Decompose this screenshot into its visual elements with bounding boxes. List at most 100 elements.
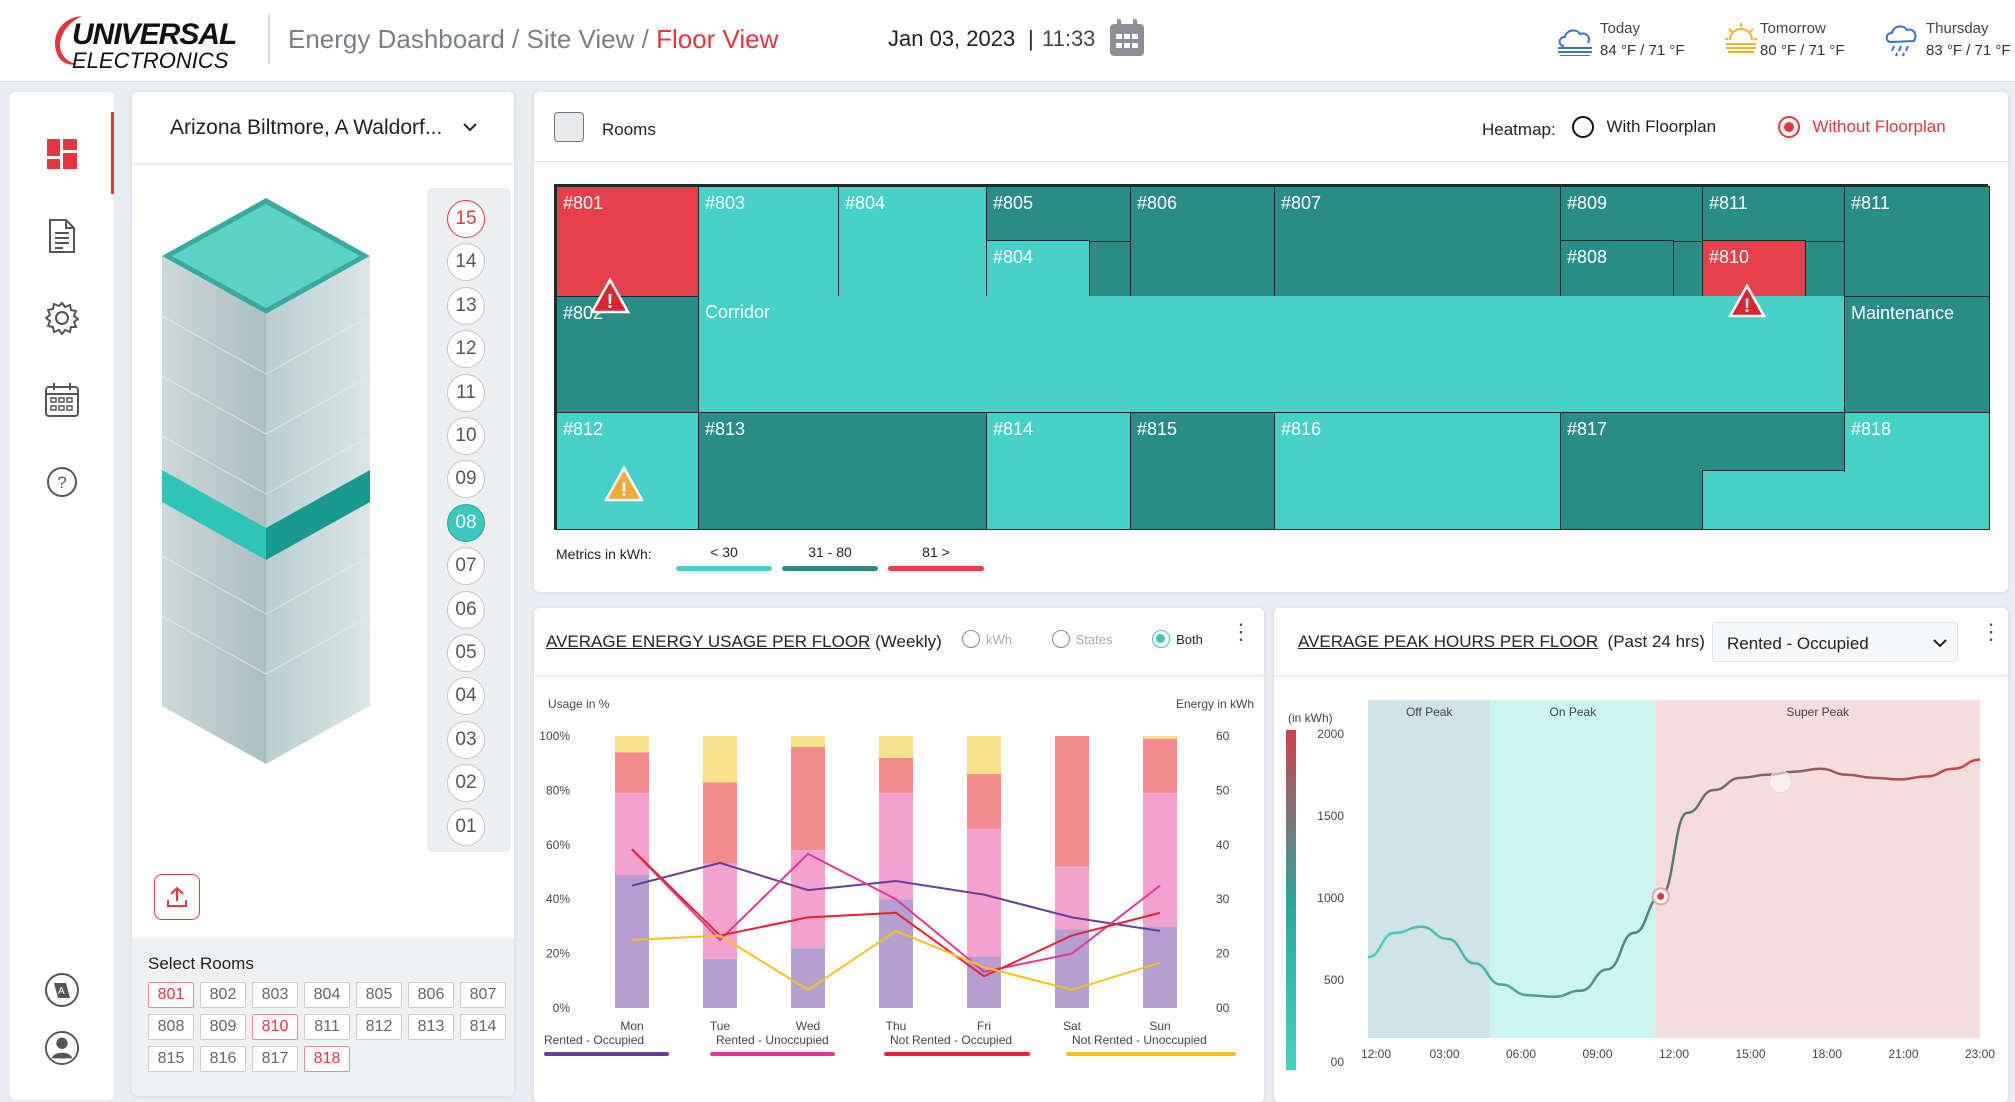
settings-icon[interactable] [44, 300, 80, 336]
room-814[interactable]: #814 [986, 412, 1132, 530]
calendar-icon[interactable] [44, 382, 80, 418]
floor-button-04[interactable]: 04 [447, 677, 485, 716]
bar-segment-tue-3[interactable] [703, 736, 737, 783]
floor-button-03[interactable]: 03 [447, 720, 485, 759]
option-both-radio[interactable] [1152, 630, 1171, 648]
room-816[interactable]: #816 [1274, 412, 1562, 530]
bar-segment-fri-0[interactable] [967, 956, 1001, 1008]
room-chip-801[interactable]: 801 [148, 982, 194, 1008]
floor-button-11[interactable]: 11 [447, 373, 485, 412]
room-chip-806[interactable]: 806 [408, 982, 454, 1008]
help-icon[interactable]: ? [44, 464, 80, 500]
bar-segment-sun-3[interactable] [1143, 736, 1177, 739]
bar-segment-tue-0[interactable] [703, 959, 737, 1008]
warning-icon-810[interactable]: ! [1728, 284, 1766, 318]
breadcrumb-site-view[interactable]: Site View [526, 24, 634, 54]
y-axis-title: (in kWh) [1288, 711, 1333, 725]
room-chip-811[interactable]: 811 [304, 1014, 350, 1040]
floor-button-15[interactable]: 15 [447, 200, 485, 238]
bar-segment-wed-0[interactable] [791, 948, 825, 1008]
heatmap-with-floorplan-option[interactable]: With Floorplan [1572, 116, 1716, 138]
room-813[interactable]: #813 [698, 412, 988, 530]
room-chip-805[interactable]: 805 [356, 982, 402, 1008]
company-logo[interactable]: UNIVERSAL ELECTRONICS [48, 10, 248, 73]
site-selector[interactable]: Arizona Biltmore, A Waldorf... [132, 92, 514, 164]
floor-button-12[interactable]: 12 [447, 330, 485, 369]
room-815[interactable]: #815 [1130, 412, 1276, 530]
room-803[interactable]: #803 [698, 186, 840, 298]
room-809[interactable]: #809 [1560, 186, 1704, 242]
floor-button-06[interactable]: 06 [447, 590, 485, 629]
room-804a[interactable]: #804 [838, 186, 988, 298]
corridor[interactable]: Corridor [698, 296, 1846, 414]
bar-segment-fri-2[interactable] [967, 774, 1001, 829]
floor-button-08[interactable]: 08 [447, 503, 485, 542]
floor-button-05[interactable]: 05 [447, 634, 485, 672]
floor-button-02[interactable]: 02 [447, 764, 485, 803]
room-chip-812[interactable]: 812 [356, 1014, 402, 1040]
room-chip-816[interactable]: 816 [200, 1046, 246, 1072]
bar-segment-wed-3[interactable] [791, 736, 825, 747]
option-states-radio[interactable] [1051, 630, 1070, 648]
document-icon[interactable] [44, 218, 80, 254]
x-tick-label: 06:00 [1506, 1047, 1536, 1061]
bar-segment-tue-2[interactable] [703, 782, 737, 864]
room-chip-810[interactable]: 810 [252, 1014, 298, 1040]
radio-with-floorplan[interactable] [1572, 116, 1594, 138]
floor-button-10[interactable]: 10 [447, 417, 485, 455]
room-807[interactable]: #807 [1274, 186, 1562, 298]
room-chip-809[interactable]: 809 [200, 1014, 246, 1040]
room-chip-808[interactable]: 808 [148, 1014, 194, 1040]
warning-icon-812[interactable]: ! [604, 466, 644, 502]
room-811b[interactable]: #811 [1844, 186, 1990, 298]
breadcrumb-energy-dashboard[interactable]: Energy Dashboard [288, 24, 505, 54]
room-chip-813[interactable]: 813 [408, 1014, 454, 1040]
bar-segment-tue-1[interactable] [703, 863, 737, 960]
room-chip-815[interactable]: 815 [148, 1046, 194, 1072]
room-chip-817[interactable]: 817 [252, 1046, 298, 1072]
room-maintenance[interactable]: Maintenance [1844, 296, 1990, 414]
energy-more-menu-icon[interactable]: ⋮ [1230, 621, 1252, 643]
floor-button-14[interactable]: 14 [447, 243, 485, 282]
rooms-checkbox[interactable] [554, 112, 584, 142]
bar-segment-sat-2[interactable] [1055, 736, 1089, 867]
floor-button-01[interactable]: 01 [447, 807, 485, 846]
room-chip-802[interactable]: 802 [200, 982, 246, 1008]
room-804b[interactable]: #804 [986, 240, 1090, 298]
room-chip-807[interactable]: 807 [460, 982, 506, 1008]
floor-button-07[interactable]: 07 [447, 547, 485, 586]
room-chip-814[interactable]: 814 [460, 1014, 506, 1040]
occupancy-dropdown[interactable]: Rented - Occupied [1712, 622, 1958, 662]
bar-segment-fri-3[interactable] [967, 736, 1001, 775]
heatmap-without-floorplan-option[interactable]: Without Floorplan [1778, 116, 1946, 138]
svg-text:!: ! [1744, 296, 1750, 317]
warning-icon-801[interactable]: ! [590, 278, 630, 314]
room-chip-804[interactable]: 804 [304, 982, 350, 1008]
room-811a[interactable]: #811 [1702, 186, 1846, 242]
room-808[interactable]: #808 [1560, 240, 1674, 298]
bar-segment-mon-3[interactable] [615, 736, 649, 753]
dashboard-icon[interactable] [44, 136, 80, 172]
room-806[interactable]: #806 [1130, 186, 1276, 298]
peak-more-menu-icon[interactable]: ⋮ [1980, 621, 2002, 643]
bar-segment-mon-0[interactable] [615, 874, 649, 1008]
bar-segment-thu-2[interactable] [879, 757, 913, 794]
user-icon[interactable] [44, 1030, 80, 1066]
bar-segment-sun-1[interactable] [1143, 793, 1177, 927]
radio-without-floorplan[interactable] [1778, 116, 1800, 138]
floor-button-09[interactable]: 09 [447, 460, 485, 499]
bar-segment-thu-0[interactable] [879, 899, 913, 1008]
option-kwh-radio[interactable] [962, 630, 980, 648]
calendar-picker-icon[interactable] [1108, 18, 1146, 58]
room-chip-803[interactable]: 803 [252, 982, 298, 1008]
floor-button-13[interactable]: 13 [447, 286, 485, 325]
bar-segment-wed-2[interactable] [791, 746, 825, 851]
room-chip-818[interactable]: 818 [304, 1046, 350, 1072]
bar-segment-thu-3[interactable] [879, 736, 913, 758]
translate-icon[interactable]: A [44, 972, 80, 1008]
upload-button[interactable] [154, 874, 200, 920]
bar-segment-mon-2[interactable] [615, 752, 649, 794]
room-818[interactable]: #818 [1844, 412, 1990, 472]
bar-segment-sun-2[interactable] [1143, 738, 1177, 794]
room-805[interactable]: #805 [986, 186, 1132, 242]
